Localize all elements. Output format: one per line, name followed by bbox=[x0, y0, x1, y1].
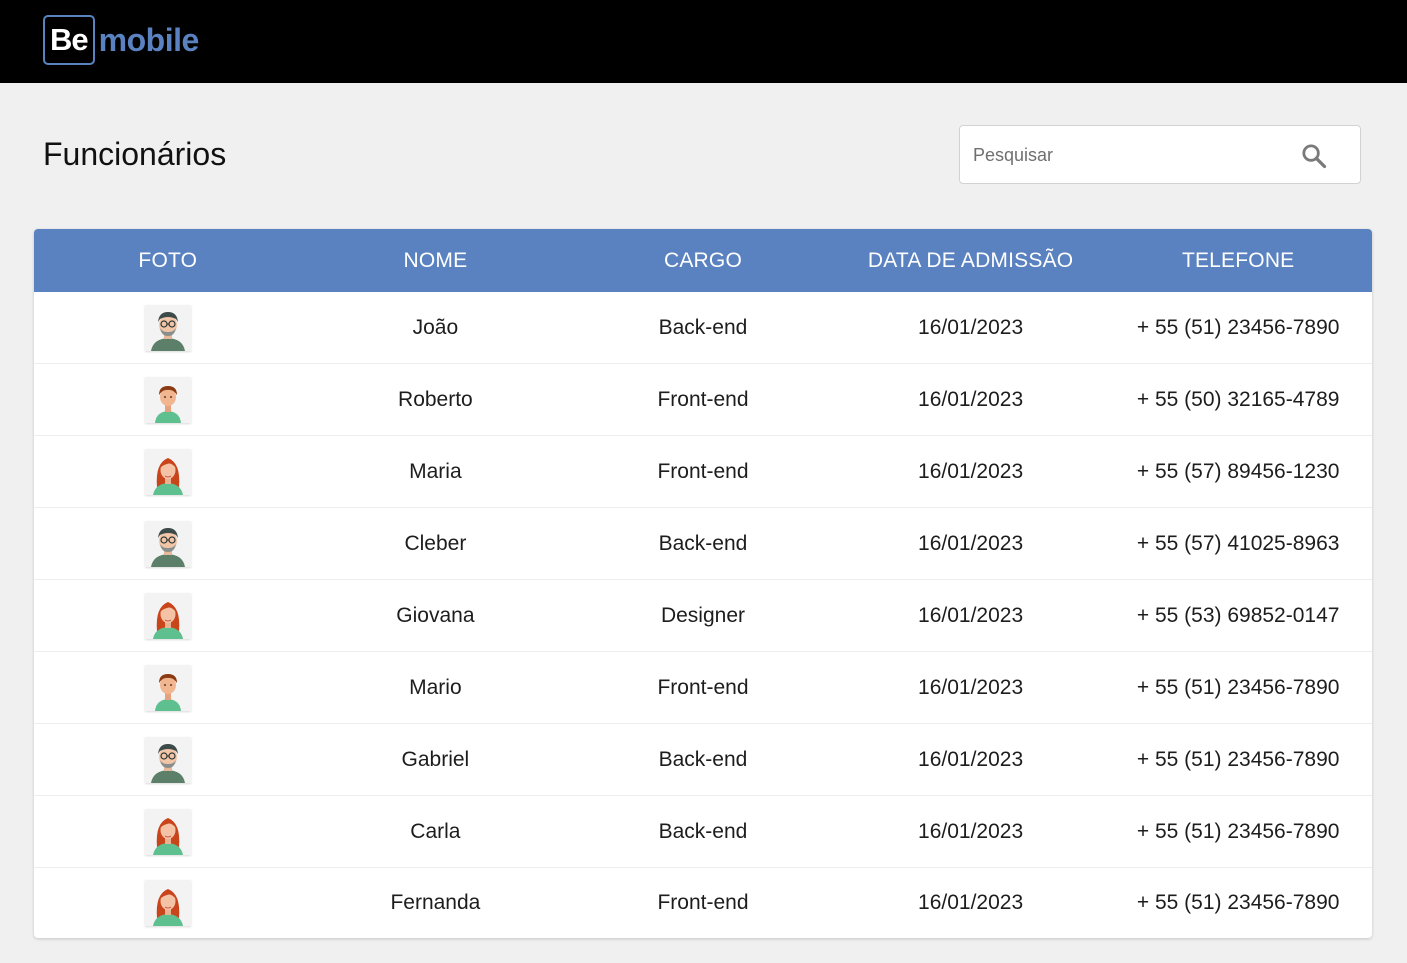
cell-nome: Mario bbox=[409, 675, 462, 699]
cell-foto bbox=[34, 520, 302, 567]
cell-foto bbox=[34, 304, 302, 351]
table-row[interactable]: Mario Front-end 16/01/2023 + 55 (51) 23456-… bbox=[34, 652, 1372, 724]
cell-telefone: + 55 (51) 23456-7890 bbox=[1136, 315, 1340, 339]
table-row[interactable]: Maria Front-end 16/01/2023 + 55 (57) 89456-… bbox=[34, 436, 1372, 508]
column-header-nome: NOME bbox=[403, 248, 468, 272]
woman-red-hair-avatar-icon bbox=[144, 592, 191, 639]
cell-nome: Gabriel bbox=[401, 747, 470, 771]
cell-telefone: + 55 (51) 23456-7890 bbox=[1136, 819, 1340, 843]
table-row[interactable]: Giovana Designer 16/01/2023 + 55 (53) 69852… bbox=[34, 580, 1372, 652]
cell-foto bbox=[34, 448, 302, 495]
cell-telefone: + 55 (53) 69852-0147 bbox=[1136, 603, 1340, 627]
cell-nome: Carla bbox=[410, 819, 461, 843]
man-glasses-beard-avatar-icon bbox=[144, 520, 191, 567]
cell-nome: João bbox=[412, 315, 459, 339]
column-header-telefone: TELEFONE bbox=[1181, 248, 1295, 272]
table-row[interactable]: Cleber Back-end 16/01/2023 + 55 (57) 41025-… bbox=[34, 508, 1372, 580]
cell-foto bbox=[34, 880, 302, 926]
cell-cargo: Designer bbox=[660, 603, 745, 627]
page-title: Funcionários bbox=[43, 136, 227, 172]
table-row[interactable]: Carla Back-end 16/01/2023 + 55 (51) 23456-7… bbox=[34, 796, 1372, 868]
cell-telefone: + 55 (51) 23456-7890 bbox=[1136, 891, 1340, 914]
cell-cargo: Back-end bbox=[658, 531, 748, 555]
cell-telefone: + 55 (57) 41025-8963 bbox=[1136, 531, 1340, 555]
search-icon[interactable] bbox=[1300, 142, 1328, 170]
table-row[interactable]: Fernanda Front-end 16/01/2023 + 55 (51) 234… bbox=[34, 868, 1372, 938]
cell-cargo: Back-end bbox=[658, 315, 748, 339]
bemobile-logo[interactable]: Be mobile bbox=[43, 15, 199, 65]
cell-data-admissao: 16/01/2023 bbox=[918, 891, 1024, 914]
cell-data-admissao: 16/01/2023 bbox=[918, 315, 1024, 339]
top-navbar: Be mobile bbox=[0, 0, 1407, 83]
cell-nome: Fernanda bbox=[390, 891, 481, 914]
cell-cargo: Front-end bbox=[657, 675, 749, 699]
column-header-data-admissao: DATA DE ADMISSÃO bbox=[867, 248, 1074, 272]
cell-telefone: + 55 (51) 23456-7890 bbox=[1136, 675, 1340, 699]
cell-data-admissao: 16/01/2023 bbox=[918, 387, 1024, 411]
cell-nome: Roberto bbox=[398, 387, 473, 411]
cell-foto bbox=[34, 376, 302, 423]
table-body: João Back-end 16/01/2023 + 55 (51) 23456-78… bbox=[34, 292, 1372, 938]
woman-red-hair-avatar-icon bbox=[144, 880, 191, 926]
woman-red-hair-avatar-icon bbox=[144, 808, 191, 855]
cell-foto bbox=[34, 592, 302, 639]
logo-box: Be bbox=[43, 15, 95, 65]
young-man-avatar-icon bbox=[144, 376, 191, 423]
cell-data-admissao: 16/01/2023 bbox=[918, 675, 1024, 699]
employees-table: FOTO NOME CARGO DATA DE ADMISSÃO TELEFON… bbox=[34, 229, 1372, 938]
young-man-avatar-icon bbox=[144, 664, 191, 711]
search-input[interactable] bbox=[971, 126, 1295, 185]
table-row[interactable]: Gabriel Back-end 16/01/2023 + 55 (51) 23456… bbox=[34, 724, 1372, 796]
cell-data-admissao: 16/01/2023 bbox=[918, 531, 1024, 555]
cell-foto bbox=[34, 808, 302, 855]
cell-foto bbox=[34, 664, 302, 711]
cell-cargo: Front-end bbox=[657, 387, 749, 411]
cell-data-admissao: 16/01/2023 bbox=[918, 747, 1024, 771]
cell-cargo: Back-end bbox=[658, 819, 748, 843]
logo-word: mobile bbox=[98, 21, 200, 58]
search-box bbox=[959, 125, 1361, 185]
table-header: FOTO NOME CARGO DATA DE ADMISSÃO TELEFON… bbox=[34, 229, 1372, 292]
cell-data-admissao: 16/01/2023 bbox=[918, 603, 1024, 627]
cell-cargo: Front-end bbox=[657, 459, 749, 483]
cell-nome: Giovana bbox=[396, 603, 475, 627]
cell-nome: Cleber bbox=[404, 531, 467, 555]
column-header-foto: FOTO bbox=[138, 248, 198, 272]
cell-foto bbox=[34, 736, 302, 783]
man-glasses-beard-avatar-icon bbox=[144, 304, 191, 351]
column-header-cargo: CARGO bbox=[663, 248, 742, 272]
cell-cargo: Front-end bbox=[657, 891, 749, 914]
table-row[interactable]: Roberto Front-end 16/01/2023 + 55 (50) 3216… bbox=[34, 364, 1372, 436]
cell-telefone: + 55 (57) 89456-1230 bbox=[1136, 459, 1340, 483]
cell-cargo: Back-end bbox=[658, 747, 748, 771]
table-row[interactable]: João Back-end 16/01/2023 + 55 (51) 23456-78… bbox=[34, 292, 1372, 364]
cell-telefone: + 55 (50) 32165-4789 bbox=[1136, 387, 1340, 411]
cell-data-admissao: 16/01/2023 bbox=[918, 459, 1024, 483]
cell-data-admissao: 16/01/2023 bbox=[918, 819, 1024, 843]
cell-nome: Maria bbox=[409, 459, 462, 483]
woman-red-hair-avatar-icon bbox=[144, 448, 191, 495]
cell-telefone: + 55 (51) 23456-7890 bbox=[1136, 747, 1340, 771]
man-glasses-beard-avatar-icon bbox=[144, 736, 191, 783]
